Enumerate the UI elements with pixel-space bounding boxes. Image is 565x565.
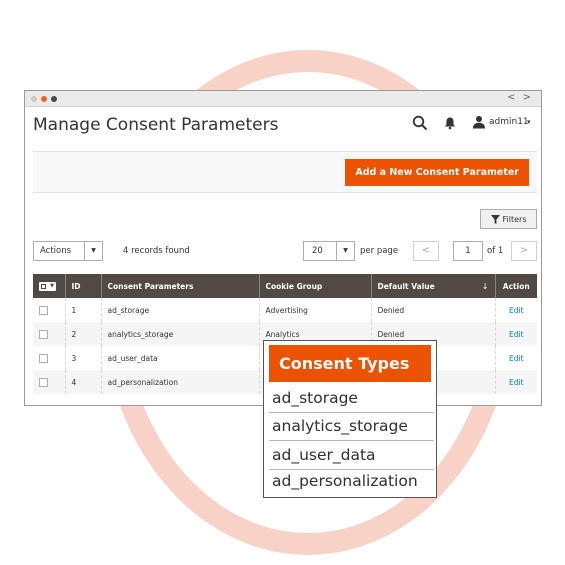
row-checkbox[interactable]: [39, 353, 48, 363]
row-action-cell: Edit: [495, 370, 537, 394]
row-checkbox-cell: [33, 298, 66, 322]
page-number-input[interactable]: 1: [453, 241, 483, 261]
row-consent-parameter: ad_storage: [101, 298, 260, 322]
row-action-cell: Edit: [495, 322, 537, 346]
chevron-down-icon[interactable]: ▾: [527, 118, 531, 126]
edit-link[interactable]: Edit: [509, 378, 524, 387]
row-checkbox-cell: [33, 322, 66, 346]
funnel-icon: [490, 214, 500, 224]
column-header-id[interactable]: ID: [65, 274, 102, 298]
row-checkbox-cell: [33, 346, 66, 370]
search-icon[interactable]: [412, 115, 428, 131]
user-icon[interactable]: [472, 115, 486, 129]
column-header-action: Action: [495, 274, 537, 298]
window-titlebar: < >: [25, 91, 541, 107]
mass-select-header[interactable]: ▼: [33, 274, 66, 298]
edit-link[interactable]: Edit: [509, 354, 524, 363]
nav-arrows[interactable]: < >: [507, 92, 533, 103]
chevron-down-icon: ▼: [84, 242, 102, 260]
filters-button[interactable]: Filters: [480, 209, 537, 229]
add-consent-parameter-button[interactable]: Add a New Consent Parameter: [345, 159, 529, 186]
row-id: 1: [65, 298, 102, 322]
records-found-count: 4 records found: [123, 246, 190, 256]
per-page-label: per page: [360, 246, 399, 256]
window-dot-icon: [31, 96, 37, 102]
row-default-value: Denied: [371, 298, 496, 322]
window-dot-icon: [51, 96, 57, 102]
edit-link[interactable]: Edit: [509, 330, 524, 339]
row-action-cell: Edit: [495, 346, 537, 370]
chevron-down-icon: ▼: [336, 242, 354, 260]
row-consent-parameter: ad_user_data: [101, 346, 260, 370]
bell-icon[interactable]: [443, 116, 457, 130]
row-id: 3: [65, 346, 102, 370]
default-value-header-label: Default Value: [377, 281, 435, 291]
sort-arrow-icon: ↓: [481, 281, 489, 291]
user-name[interactable]: admin11: [489, 117, 529, 127]
row-checkbox[interactable]: [39, 305, 48, 315]
row-action-cell: Edit: [495, 298, 537, 322]
window-dot-icon: [41, 96, 47, 102]
row-checkbox[interactable]: [39, 329, 48, 339]
per-page-value: 20: [312, 246, 323, 256]
row-consent-parameter: ad_personalization: [101, 370, 260, 394]
consent-types-title: Consent Types: [269, 345, 431, 382]
row-id: 2: [65, 322, 102, 346]
mass-actions-select[interactable]: Actions ▼: [33, 241, 103, 261]
page-total-label: of 1: [487, 246, 504, 256]
mass-select-checkbox[interactable]: ▼: [39, 281, 56, 291]
row-id: 4: [65, 370, 102, 394]
grid-header-row: ▼ ID Consent Parameters Cookie Group Def…: [33, 274, 537, 298]
consent-type-item: ad_personalization: [272, 472, 418, 490]
column-header-consent-parameters[interactable]: Consent Parameters: [101, 274, 260, 298]
table-row: 1 ad_storage Advertising Denied Edit: [33, 298, 537, 322]
page-title: Manage Consent Parameters: [33, 115, 279, 135]
per-page-select[interactable]: 20 ▼: [303, 241, 355, 261]
consent-type-item: ad_user_data: [269, 442, 434, 470]
column-header-default-value[interactable]: Default Value ↓: [371, 274, 496, 298]
row-consent-parameter: analytics_storage: [101, 322, 260, 346]
next-page-button[interactable]: >: [511, 241, 537, 261]
consent-type-item: analytics_storage: [269, 413, 434, 441]
filters-label: Filters: [502, 214, 527, 224]
actions-label: Actions: [40, 246, 72, 256]
row-cookie-group: Advertising: [259, 298, 372, 322]
consent-types-callout: Consent Types ad_storage analytics_stora…: [263, 340, 437, 498]
prev-page-button[interactable]: <: [413, 241, 439, 261]
edit-link[interactable]: Edit: [509, 306, 524, 315]
column-header-cookie-group[interactable]: Cookie Group: [259, 274, 372, 298]
page-actions-bar: Add a New Consent Parameter: [33, 151, 537, 193]
consent-type-item: ad_storage: [269, 385, 434, 413]
row-checkbox-cell: [33, 370, 66, 394]
row-checkbox[interactable]: [39, 377, 48, 387]
